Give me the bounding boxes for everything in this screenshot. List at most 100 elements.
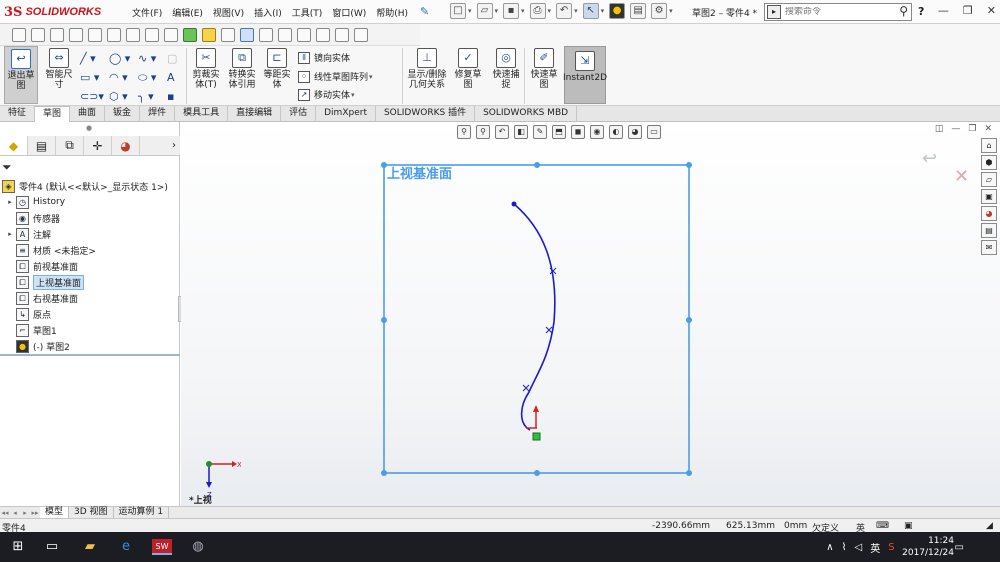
save-caret-icon[interactable]: ▾ xyxy=(521,7,525,15)
slot-icon[interactable]: ⊂⊃▾ xyxy=(80,88,108,106)
expand-arrow-icon[interactable]: ▸ xyxy=(6,230,14,238)
scene-icon[interactable]: ◕ xyxy=(628,125,642,139)
search-commands-box[interactable]: ▸ ⚲ xyxy=(764,3,912,21)
instant2d-button[interactable]: ⇲ Instant2D xyxy=(563,46,607,104)
trim-button[interactable]: ✂ 剪裁实体(T) xyxy=(189,48,223,90)
next-tab-arrow-icon[interactable]: ▸ xyxy=(20,509,30,517)
repair-sketch-button[interactable]: ✓ 修复草图 xyxy=(452,48,484,90)
tray-chevron-icon[interactable]: ∧ xyxy=(826,542,833,553)
tab-sketch[interactable]: 草图 xyxy=(35,106,71,122)
sketch-toggle-icon[interactable] xyxy=(12,27,26,42)
plane-edge-handle[interactable] xyxy=(381,317,387,323)
tree-item-annotations[interactable]: ▸ A 注解 xyxy=(0,226,180,242)
section-view-icon[interactable]: ◧ xyxy=(514,125,528,139)
filter-icon[interactable]: ⏷ xyxy=(2,160,12,175)
tab-evaluate[interactable]: 评估 xyxy=(281,106,317,122)
menu-tools[interactable]: 工具(T) xyxy=(292,6,323,19)
sketch-check-icon[interactable] xyxy=(278,27,292,42)
tab-surfaces[interactable]: 曲面 xyxy=(70,106,106,122)
app-taskbar-icon[interactable]: ◍ xyxy=(190,539,206,555)
display-icon[interactable] xyxy=(88,27,102,42)
hide-show-items-icon[interactable]: ◉ xyxy=(590,125,604,139)
mirror-entities-button[interactable]: ⫴ 镜向实体 xyxy=(298,51,350,64)
tray-ime-indicator[interactable]: 英 xyxy=(870,540,880,555)
close-icon[interactable]: ✕ xyxy=(987,4,996,17)
tab-3d-view[interactable]: 3D 视图 xyxy=(69,507,114,518)
hide-icon[interactable] xyxy=(164,27,178,42)
arc-icon[interactable]: ◠ ▾ xyxy=(109,69,137,87)
more-tabs-chevron-icon[interactable]: › xyxy=(172,140,176,151)
appearances-icon[interactable]: ◕ xyxy=(981,206,997,221)
options-caret-icon[interactable]: ▾ xyxy=(669,7,673,15)
zoom-icon[interactable] xyxy=(240,27,254,42)
sketch-canvas[interactable]: 上视基准面 xyxy=(181,122,1000,506)
search-scope-icon[interactable]: ▸ xyxy=(767,5,781,19)
rebuild-icon[interactable]: ● xyxy=(609,3,626,19)
exit-sketch-button[interactable]: ↩ 退出草图 xyxy=(4,46,38,104)
ellipse-icon[interactable]: ⬭ ▾ xyxy=(138,69,166,87)
grid-icon[interactable] xyxy=(50,27,64,42)
line-icon[interactable]: ╱ ▾ xyxy=(80,50,108,68)
edit-appearance-icon[interactable]: ◐ xyxy=(609,125,623,139)
notification-icon[interactable]: ▭ xyxy=(955,542,964,553)
tile-view-icon[interactable]: ◫ xyxy=(935,124,944,134)
tab-mold-tools[interactable]: 模具工具 xyxy=(175,106,229,122)
dimension-icon[interactable] xyxy=(31,27,45,42)
network-icon[interactable]: ⌇ xyxy=(842,542,847,553)
view-restore-icon[interactable]: ❐ xyxy=(968,124,976,134)
search-input[interactable] xyxy=(785,7,885,17)
status-keyboard-icon[interactable]: ⌨ xyxy=(876,521,889,531)
zoom-to-fit-icon[interactable]: ⚲ xyxy=(457,125,471,139)
options-gear-icon[interactable]: ⚙ xyxy=(651,3,668,19)
resize-grip-icon[interactable]: ◢ xyxy=(986,521,993,531)
comb-icon[interactable] xyxy=(221,27,235,42)
view-settings-icon[interactable]: ▭ xyxy=(647,125,661,139)
new-document-icon[interactable]: □ xyxy=(450,3,466,19)
display-relations-button[interactable]: ⊥ 显示/删除几何关系 xyxy=(404,48,450,90)
plane-corner-handle[interactable] xyxy=(686,470,692,476)
chain-icon[interactable] xyxy=(202,27,216,42)
settings-icon[interactable] xyxy=(126,27,140,42)
link-icon[interactable] xyxy=(69,27,83,42)
tree-item-sketch2[interactable]: ● (-) 草图2 xyxy=(0,338,180,354)
panel-collapse-icon[interactable]: ● xyxy=(86,124,92,132)
graphics-area[interactable]: 上视基准面 ⚲ ⚲ ↶ ◧ ✎ ⬒ ◼ ◉ ◐ ◕ ▭ ◫ — ❐ ✕ ↩ ✕ xyxy=(181,122,1000,506)
tree-item-history[interactable]: ▸ ◷ History xyxy=(0,194,180,210)
print-icon[interactable]: ⎙ xyxy=(529,3,546,19)
select-caret-icon[interactable]: ▾ xyxy=(601,7,605,15)
home-icon[interactable]: ⌂ xyxy=(981,138,997,153)
edge-browser-icon[interactable]: e xyxy=(118,539,134,555)
view-palette-icon[interactable] xyxy=(259,27,273,42)
spline-endpoint[interactable] xyxy=(511,201,517,207)
menu-insert[interactable]: 插入(I) xyxy=(254,6,282,19)
display-manager-tab-icon[interactable]: ◕ xyxy=(112,136,140,155)
print-caret-icon[interactable]: ▾ xyxy=(548,7,552,15)
view-palette-icon[interactable]: ▣ xyxy=(981,189,997,204)
taskbar-clock[interactable]: 11:24 2017/12/24 xyxy=(902,535,954,559)
plane-edge-handle[interactable] xyxy=(534,162,540,168)
circle-icon[interactable]: ◯ ▾ xyxy=(109,50,137,68)
rectangle-icon[interactable]: ▭ ▾ xyxy=(80,69,108,87)
first-tab-arrow-icon[interactable]: ◂◂ xyxy=(0,509,10,517)
tab-direct-editing[interactable]: 直接编辑 xyxy=(228,106,282,122)
cancel-corner-icon[interactable]: ✕ xyxy=(954,166,969,187)
help-button[interactable]: ? xyxy=(918,5,924,18)
rapid-sketch-button[interactable]: ✐ 快速草图 xyxy=(527,48,561,90)
plane-corner-handle[interactable] xyxy=(381,470,387,476)
spline-icon[interactable]: ∿ ▾ xyxy=(138,50,166,68)
smart-dimension-button[interactable]: ⇔ 智能尺寸 xyxy=(42,48,76,90)
view-minimize-icon[interactable]: — xyxy=(951,124,960,134)
save-icon[interactable]: ▪ xyxy=(503,3,520,19)
ime-app-icon[interactable]: S xyxy=(888,542,894,553)
dynamic-annotation-icon[interactable]: ✎ xyxy=(533,125,547,139)
tab-model[interactable]: 模型 xyxy=(40,507,70,518)
tree-item-top-plane[interactable]: ⧠ 上视基准面 xyxy=(0,274,180,290)
offset-entities-button[interactable]: ⊏ 等距实体 xyxy=(261,48,293,90)
configuration-manager-tab-icon[interactable]: ⧉ xyxy=(56,136,84,155)
status-custom-icon[interactable]: ▣ xyxy=(904,521,913,531)
tree-item-sensors[interactable]: ◉ 传感器 xyxy=(0,210,180,226)
copy-icon[interactable] xyxy=(297,27,311,42)
tree-item-origin[interactable]: ↳ 原点 xyxy=(0,306,180,322)
last-tab-arrow-icon[interactable]: ▸▸ xyxy=(30,509,40,517)
task-view-icon[interactable]: ▭ xyxy=(44,539,60,555)
